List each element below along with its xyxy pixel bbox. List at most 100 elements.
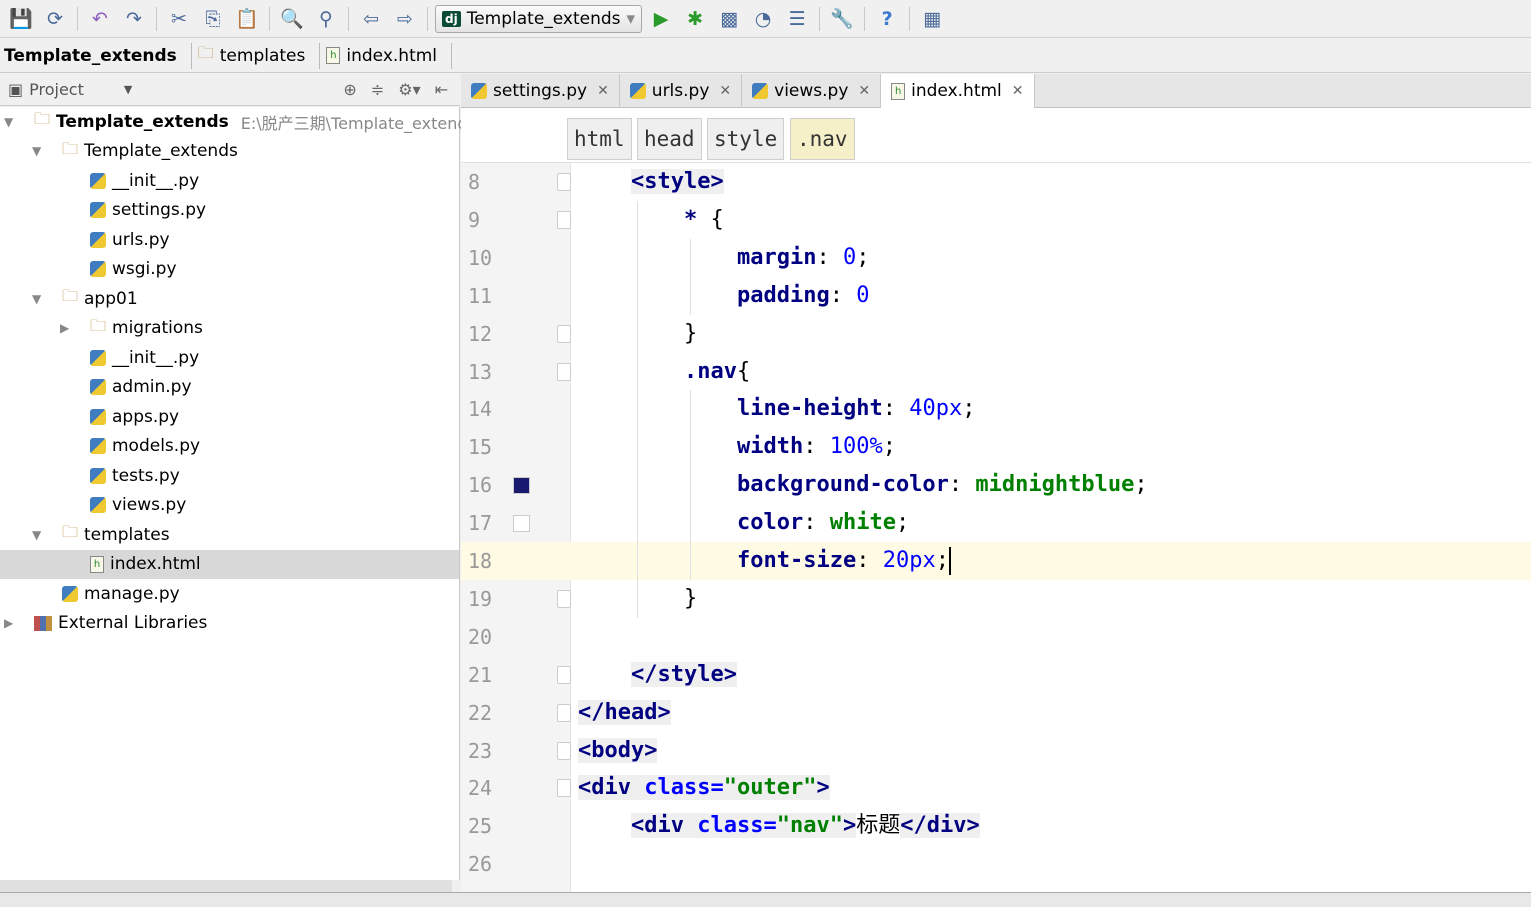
tree-item[interactable]: h index.html	[0, 549, 459, 579]
fold-marker-icon[interactable]	[557, 210, 571, 229]
breadcrumb-project[interactable]: Template_extends	[4, 42, 192, 69]
line-number: 14	[468, 397, 493, 422]
tree-item[interactable]: tests.py	[0, 461, 459, 490]
close-icon[interactable]: ✕	[1012, 83, 1024, 99]
tree-item[interactable]: manage.py	[0, 579, 459, 608]
tree-item[interactable]: ▼ 🗀 Template_extends	[0, 137, 459, 166]
build-icon[interactable]: ☰	[782, 4, 812, 34]
code-line[interactable]: 12}	[461, 314, 1531, 353]
editor-crumb-nav[interactable]: .nav	[790, 118, 855, 160]
code-line[interactable]: 26	[461, 845, 1531, 883]
color-swatch[interactable]	[513, 477, 530, 495]
help-icon[interactable]: ?	[872, 4, 902, 34]
run-icon[interactable]: ▶	[646, 4, 676, 34]
fold-marker-icon[interactable]	[557, 779, 571, 798]
close-icon[interactable]: ✕	[719, 83, 731, 99]
collapse-arrow-icon[interactable]: ▶	[60, 321, 69, 335]
tree-horizontal-scrollbar[interactable]	[0, 880, 452, 892]
code-line[interactable]: 21 </style>	[461, 656, 1531, 694]
close-icon[interactable]: ✕	[858, 83, 870, 99]
save-icon[interactable]: 💾	[6, 4, 36, 34]
chevron-down-icon[interactable]: ▼	[124, 83, 132, 96]
code-line[interactable]: 14 line-height: 40px;	[461, 390, 1531, 429]
hide-panel-icon[interactable]: ⇤	[435, 80, 448, 99]
close-icon[interactable]: ✕	[597, 83, 609, 99]
tree-item[interactable]: ▶ External Libraries	[0, 609, 459, 638]
tab-index-html[interactable]: h index.html ✕	[881, 74, 1035, 108]
tree-item[interactable]: ▶ 🗀 migrations	[0, 314, 459, 343]
code-line[interactable]: 18 font-size: 20px;	[461, 542, 1531, 580]
fold-marker-icon[interactable]	[557, 589, 571, 608]
collapse-all-icon[interactable]: ≑	[371, 80, 384, 99]
copy-icon[interactable]: ⎘	[198, 4, 228, 34]
code-editor[interactable]: html head style .nav 8 <style> 9 * {10 margi…	[461, 108, 1531, 892]
project-view-selector[interactable]: Project	[29, 80, 84, 99]
scroll-from-source-icon[interactable]: ⊕	[343, 80, 356, 99]
tab-urls-py[interactable]: urls.py ✕	[620, 74, 743, 108]
editor-crumb-html[interactable]: html	[567, 118, 632, 160]
tree-item[interactable]: ▼ 🗀 Template_extends E:\脱产三期\Template_exten…	[0, 107, 476, 136]
tree-item[interactable]: apps.py	[0, 402, 459, 431]
tree-item[interactable]: ▼ 🗀 templates	[0, 520, 459, 549]
line-number: 19	[468, 586, 493, 611]
collapse-arrow-icon[interactable]: ▶	[4, 616, 13, 630]
cut-icon[interactable]: ✂	[164, 4, 194, 34]
color-swatch[interactable]	[513, 515, 530, 533]
sync-icon[interactable]: ⟳	[40, 4, 70, 34]
code-line[interactable]: 17 color: white;	[461, 504, 1531, 543]
fold-marker-icon[interactable]	[557, 741, 571, 760]
find-icon[interactable]: 🔍	[277, 4, 307, 34]
tree-item[interactable]: settings.py	[0, 196, 459, 225]
gear-icon[interactable]: ⚙▾	[398, 80, 420, 99]
breadcrumb-templates[interactable]: 🗀 templates	[198, 42, 321, 69]
expand-arrow-icon[interactable]: ▼	[32, 144, 41, 158]
breadcrumb-file[interactable]: h index.html	[326, 42, 453, 69]
tree-item[interactable]: __init__.py	[0, 166, 459, 195]
paste-icon[interactable]: 📋	[232, 4, 262, 34]
code-line[interactable]: 15 width: 100%;	[461, 428, 1531, 467]
code-line[interactable]: 13 .nav{	[461, 352, 1531, 391]
fold-marker-icon[interactable]	[557, 703, 571, 722]
code-line[interactable]: 19}	[461, 579, 1531, 618]
folder-icon: 🗀	[34, 109, 51, 128]
tab-views-py[interactable]: views.py ✕	[742, 74, 882, 108]
run-configuration-select[interactable]: dj Template_extends ▾	[435, 4, 643, 33]
replace-icon[interactable]: ⚲	[311, 4, 341, 34]
tree-item[interactable]: admin.py	[0, 373, 459, 402]
code-line[interactable]: 9 * {	[461, 200, 1531, 239]
tree-item[interactable]: models.py	[0, 432, 459, 461]
back-icon[interactable]: ⇦	[356, 4, 386, 34]
tree-item[interactable]: ▼ 🗀 app01	[0, 284, 459, 313]
expand-arrow-icon[interactable]: ▼	[32, 292, 41, 306]
code-line[interactable]: 25 <div class="nav">标题</div>	[461, 807, 1531, 845]
editor-crumb-style[interactable]: style	[707, 118, 785, 160]
settings-icon[interactable]: 🔧	[827, 4, 857, 34]
redo-icon[interactable]: ↷	[119, 4, 149, 34]
fold-marker-icon[interactable]	[557, 362, 571, 381]
code-line[interactable]: 10 margin: 0;	[461, 238, 1531, 277]
profile-icon[interactable]: ◔	[748, 4, 778, 34]
forward-icon[interactable]: ⇨	[390, 4, 420, 34]
tab-settings-py[interactable]: settings.py ✕	[461, 74, 620, 108]
code-line[interactable]: 20	[461, 618, 1531, 656]
tree-item[interactable]: urls.py	[0, 225, 459, 254]
editor-crumb-head[interactable]: head	[637, 118, 702, 160]
fold-marker-icon[interactable]	[557, 173, 571, 191]
expand-arrow-icon[interactable]: ▼	[32, 528, 41, 542]
code-line[interactable]: 11 padding: 0	[461, 276, 1531, 315]
debug-icon[interactable]: ✱	[680, 4, 710, 34]
tree-item[interactable]: views.py	[0, 491, 459, 520]
coverage-icon[interactable]: ▩	[714, 4, 744, 34]
code-line[interactable]: 24 <div class="outer">	[461, 769, 1531, 807]
tree-item[interactable]: wsgi.py	[0, 255, 459, 284]
fold-marker-icon[interactable]	[557, 324, 571, 343]
code-line[interactable]: 22 </head>	[461, 694, 1531, 732]
code-line[interactable]: 23 <body>	[461, 732, 1531, 770]
code-line[interactable]: 8 <style>	[461, 163, 1531, 201]
expand-arrow-icon[interactable]: ▼	[4, 115, 13, 129]
undo-icon[interactable]: ↶	[85, 4, 115, 34]
tree-item[interactable]: __init__.py	[0, 343, 459, 372]
code-line[interactable]: 16 background-color: midnightblue;	[461, 466, 1531, 505]
sdk-icon[interactable]: ▦	[917, 4, 947, 34]
fold-marker-icon[interactable]	[557, 665, 571, 684]
